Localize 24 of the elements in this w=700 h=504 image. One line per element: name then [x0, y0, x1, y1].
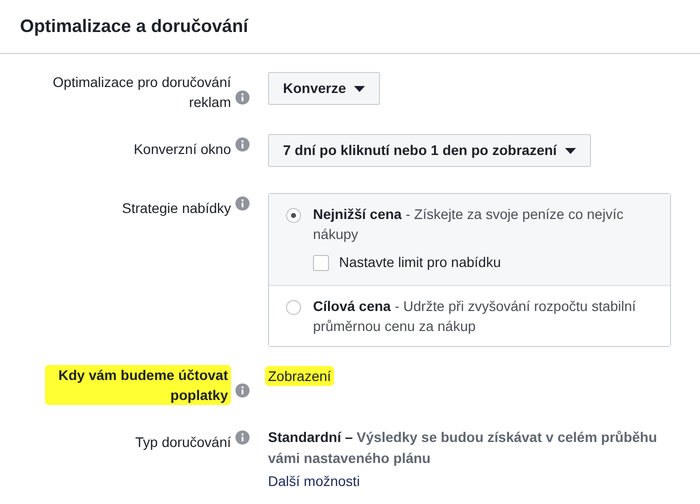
info-icon[interactable] — [235, 430, 250, 445]
option-text: Nejnižší cena - Získejte za svoje peníze co nejvíc nákupy — [313, 205, 624, 244]
radio-button[interactable] — [286, 300, 301, 315]
field-label: Typ doručování — [135, 433, 231, 452]
info-icon[interactable] — [235, 196, 250, 211]
caret-icon — [354, 86, 366, 92]
field-label: Konverzní okno — [134, 140, 231, 159]
section-title: Optimalizace a doručování — [20, 15, 248, 38]
dropdown-button[interactable]: Konverze — [268, 72, 380, 105]
dropdown-button[interactable]: 7 dní po kliknutí nebo 1 den po zobrazení — [268, 134, 591, 167]
info-icon[interactable] — [235, 90, 250, 105]
checkbox[interactable] — [313, 254, 329, 270]
more-options-link[interactable]: Další možnosti — [268, 471, 360, 492]
field-label: Optimalizace pro doručování reklam — [52, 73, 231, 112]
billing-value: Zobrazení — [265, 366, 334, 386]
field-label: Kdy vám budeme účtovat poplatky — [45, 365, 231, 405]
info-icon[interactable] — [235, 137, 250, 152]
radio-button[interactable] — [286, 208, 301, 223]
field-label: Strategie nabídky — [122, 199, 231, 218]
option-text: Cílová cena - Udržte při zvyšování rozpočtu stabilní průměrnou cenu za nákup — [313, 297, 637, 336]
info-icon[interactable] — [235, 383, 250, 398]
checkbox-label: Nastavte limit pro nabídku — [339, 253, 501, 272]
caret-icon — [564, 148, 576, 154]
delivery-description: Standardní – Výsledky se budou získávat v celém průběhu vámi nastaveného plánu — [268, 428, 658, 468]
